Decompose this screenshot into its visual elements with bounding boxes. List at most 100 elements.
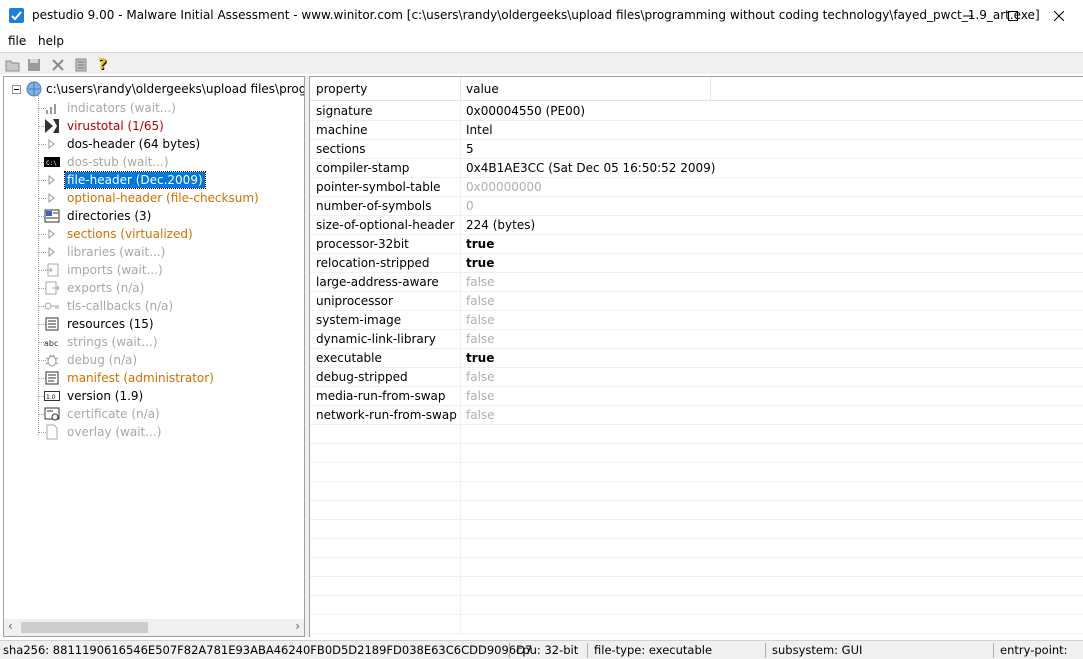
property-cell: network-run-from-swap [316,408,457,422]
optional-header-icon[interactable] [44,190,60,206]
table-row[interactable]: media-run-from-swap false [310,387,1083,406]
tree-node-label: dos-header (64 bytes) [67,137,201,151]
property-cell: media-run-from-swap [316,389,446,403]
table-row[interactable]: pointer-symbol-table 0x00000000 [310,178,1083,197]
tree-node-label: optional-header (file-checksum) [67,191,259,205]
value-cell: 224 (bytes) [466,218,536,232]
table-row[interactable]: processor-32bit true [310,235,1083,254]
dos-header-icon[interactable] [44,136,60,152]
scroll-left-icon[interactable]: ‹ [8,619,13,633]
property-cell: processor-32bit [316,237,409,251]
table-row[interactable]: network-run-from-swap false [310,406,1083,425]
tree-node[interactable]: C:\ dos-stub (wait...) [4,153,304,171]
tree-node[interactable]: dos-header (64 bytes) [4,135,304,153]
tree-node[interactable]: debug (n/a) [4,351,304,369]
table-row[interactable]: debug-stripped false [310,368,1083,387]
column-divider[interactable] [710,77,711,101]
tree-node[interactable]: tls-callbacks (n/a) [4,297,304,315]
value-cell: false [466,389,495,403]
libraries-icon[interactable] [44,244,60,260]
property-cell: pointer-symbol-table [316,180,441,194]
cell-divider [460,330,461,349]
tree-node[interactable]: imports (wait...) [4,261,304,279]
tree-node[interactable]: optional-header (file-checksum) [4,189,304,207]
sections-icon[interactable] [44,226,60,242]
property-cell: dynamic-link-library [316,332,436,346]
menu-help[interactable]: help [38,34,64,48]
value-cell: true [466,351,495,365]
tree-node[interactable]: sections (virtualized) [4,225,304,243]
table-row[interactable]: system-image false [310,311,1083,330]
svg-text:C:\: C:\ [46,160,57,167]
tree-node[interactable]: libraries (wait...) [4,243,304,261]
table-row[interactable]: dynamic-link-library false [310,330,1083,349]
save-icon[interactable] [25,56,42,73]
menu-file[interactable]: file [8,34,26,48]
tree-node[interactable]: 1.0 version (1.9) [4,387,304,405]
minimize-button[interactable] [945,0,991,31]
tree-horizontal-scrollbar[interactable]: ‹ › [4,619,304,636]
open-icon[interactable] [4,56,21,73]
table-row[interactable]: sections 5 [310,140,1083,159]
tls-callbacks-icon [44,298,60,314]
table-row[interactable]: relocation-stripped true [310,254,1083,273]
table-row[interactable]: compiler-stamp 0x4B1AE3CC (Sat Dec 05 16:… [310,159,1083,178]
tree-node-label: directories (3) [67,209,152,223]
cell-divider [460,254,461,273]
tree-node[interactable]: directories (3) [4,207,304,225]
properties-icon[interactable] [72,56,89,73]
overlay-icon [44,424,60,440]
maximize-button[interactable] [990,0,1036,31]
tree-node-label: tls-callbacks (n/a) [67,299,174,313]
tree-node[interactable]: indicators (wait...) [4,99,304,117]
tree-node[interactable]: overlay (wait...) [4,423,304,441]
table-row [310,444,1083,463]
status-bar: sha256: 8811190616546E507F82A781E93ABA46… [0,640,1083,659]
cell-divider [460,577,461,596]
tree-node[interactable]: file-header (Dec.2009) [4,171,304,189]
table-row [310,539,1083,558]
property-cell: size-of-optional-header [316,218,455,232]
tree-node-label: manifest (administrator) [67,371,214,385]
tree-node-label: strings (wait...) [67,335,158,349]
tree-node[interactable]: manifest (administrator) [4,369,304,387]
resources-icon [44,316,60,332]
table-row[interactable]: size-of-optional-header 224 (bytes) [310,216,1083,235]
table-row[interactable]: executable true [310,349,1083,368]
cell-divider [460,425,461,444]
table-row[interactable]: number-of-symbols 0 [310,197,1083,216]
help-icon[interactable]: ?? [95,56,112,73]
cell-divider [460,482,461,501]
close-file-icon[interactable] [49,56,66,73]
property-cell: signature [316,104,373,118]
file-header-icon[interactable] [44,172,60,188]
table-row[interactable]: large-address-aware false [310,273,1083,292]
table-row[interactable]: uniprocessor false [310,292,1083,311]
tree-node[interactable]: virustotal (1/65) [4,117,304,135]
status-separator [587,643,588,658]
scroll-right-icon[interactable]: › [295,619,300,633]
table-row[interactable]: signature 0x00004550 (PE00) [310,102,1083,121]
column-divider[interactable] [460,77,461,101]
tree-node[interactable]: resources (15) [4,315,304,333]
tree-node[interactable]: exports (n/a) [4,279,304,297]
collapse-icon[interactable] [12,85,21,94]
table-row [310,425,1083,444]
column-header-value[interactable]: value [466,82,499,96]
tree-node[interactable]: abc strings (wait...) [4,333,304,351]
tree-node[interactable]: certificate (n/a) [4,405,304,423]
table-row[interactable]: machine Intel [310,121,1083,140]
status-subsystem: subsystem: GUI [772,643,863,657]
grid-header: property value [310,77,1083,101]
tree-pane: c:\users\randy\oldergeeks\upload files\p… [3,76,305,637]
close-button[interactable] [1036,0,1082,31]
property-cell: relocation-stripped [316,256,430,270]
title-bar: pestudio 9.00 - Malware Initial Assessme… [0,0,1083,31]
column-header-property[interactable]: property [316,82,367,96]
table-row [310,577,1083,596]
cell-divider [460,349,461,368]
property-grid: property value signature 0x00004550 (PE00… [309,76,1083,637]
status-sha256: sha256: 8811190616546E507F82A781E93ABA46… [3,643,533,657]
scroll-thumb[interactable] [21,622,148,633]
tree-node-label: exports (n/a) [67,281,145,295]
